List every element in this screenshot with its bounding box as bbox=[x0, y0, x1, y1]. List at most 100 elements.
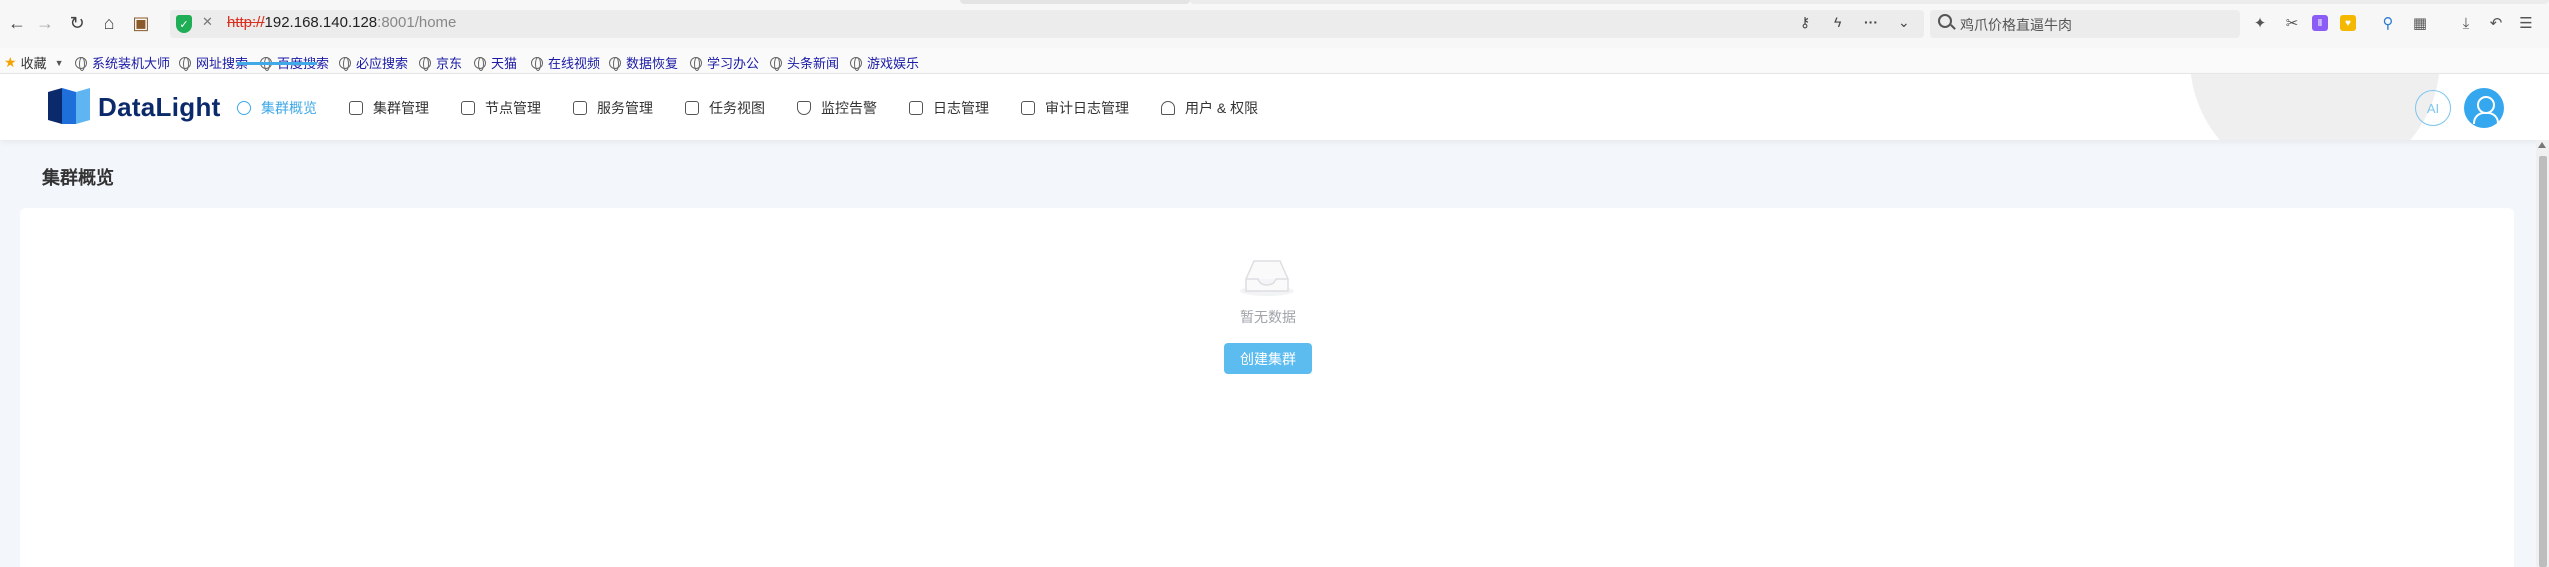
bookmark-label: 游戏娱乐 bbox=[867, 56, 920, 71]
page-title: 集群概览 bbox=[42, 168, 114, 188]
bookmark-favorites[interactable]: ★ 收藏 ▼ bbox=[4, 53, 64, 72]
nav-label: 节点管理 bbox=[485, 100, 541, 116]
magnifier-icon[interactable]: ⚲ bbox=[2378, 13, 2398, 33]
nav-service-management[interactable]: 服务管理 bbox=[573, 98, 653, 118]
bookmark-label: 天猫 bbox=[491, 56, 518, 71]
nav-label: 任务视图 bbox=[709, 100, 765, 116]
bookmark-item[interactable]: 必应搜索 bbox=[339, 53, 408, 72]
task-icon bbox=[685, 101, 699, 115]
user-avatar-icon[interactable] bbox=[2464, 88, 2504, 128]
bookmark-label: 学习办公 bbox=[707, 56, 760, 71]
ai-button[interactable]: AI bbox=[2415, 90, 2451, 126]
tab-strip-2 bbox=[1190, 0, 2549, 4]
forward-icon[interactable]: → bbox=[34, 12, 56, 34]
globe-icon bbox=[179, 56, 191, 71]
nav-cluster-management[interactable]: 集群管理 bbox=[349, 98, 429, 118]
bookmark-item[interactable]: 京东 bbox=[419, 53, 462, 72]
empty-state-text: 暂无数据 bbox=[1240, 309, 1296, 325]
url-host: 192.168.140.128 bbox=[264, 14, 378, 31]
star-icon: ★ bbox=[4, 54, 17, 70]
nav-label: 用户 & 权限 bbox=[1185, 100, 1259, 116]
nav-task-view[interactable]: 任务视图 bbox=[685, 98, 765, 118]
bookmark-label: 头条新闻 bbox=[787, 56, 840, 71]
bookmark-item[interactable]: 头条新闻 bbox=[770, 53, 839, 72]
globe-icon bbox=[690, 56, 702, 71]
nav-label: 服务管理 bbox=[597, 100, 653, 116]
shield-icon bbox=[797, 101, 811, 115]
nav-cluster-overview[interactable]: 集群概览 bbox=[237, 98, 317, 118]
bookmark-item[interactable]: 游戏娱乐 bbox=[850, 53, 919, 72]
bookmark-item[interactable]: 数据恢复 bbox=[609, 53, 678, 72]
active-nav-indicator bbox=[237, 62, 317, 65]
menu-icon[interactable]: ☰ bbox=[2516, 13, 2536, 33]
globe-icon bbox=[850, 56, 862, 71]
search-icon bbox=[1938, 14, 1952, 28]
bookmark-item[interactable]: 学习办公 bbox=[690, 53, 759, 72]
chevron-down-icon[interactable]: ⌄ bbox=[1898, 14, 1910, 31]
extension-icon[interactable]: ✦ bbox=[2250, 13, 2270, 33]
download-icon[interactable]: ⤓ bbox=[2456, 13, 2476, 33]
nav-node-management[interactable]: 节点管理 bbox=[461, 98, 541, 118]
reload-icon[interactable]: ↻ bbox=[66, 12, 88, 34]
url-path: :8001/home bbox=[377, 14, 457, 31]
scroll-up-arrow-icon[interactable] bbox=[2538, 142, 2546, 148]
undo-icon[interactable]: ↶ bbox=[2486, 13, 2506, 33]
scissors-icon[interactable]: ✂ bbox=[2282, 13, 2302, 33]
service-icon bbox=[573, 101, 587, 115]
globe-icon bbox=[419, 56, 431, 71]
log-icon bbox=[909, 101, 923, 115]
home-icon[interactable]: ⌂ bbox=[98, 12, 120, 34]
globe-icon bbox=[609, 56, 621, 71]
globe-icon bbox=[770, 56, 782, 71]
url-text[interactable]: http://192.168.140.128:8001/home bbox=[227, 14, 456, 31]
nav-label: 集群概览 bbox=[261, 100, 317, 116]
bookmark-label: 必应搜索 bbox=[356, 56, 409, 71]
bookmark-label: 在线视频 bbox=[548, 56, 601, 71]
dashboard-icon bbox=[237, 101, 251, 115]
url-protocol: http:// bbox=[227, 14, 265, 31]
shield-icon[interactable]: ✓ bbox=[176, 15, 192, 33]
logo-text[interactable]: DataLight bbox=[98, 92, 221, 123]
globe-icon bbox=[339, 56, 351, 71]
bookmark-item[interactable]: 系统装机大师 bbox=[75, 53, 170, 72]
nav-label: 审计日志管理 bbox=[1045, 100, 1129, 116]
nav-audit-log-management[interactable]: 审计日志管理 bbox=[1021, 98, 1129, 118]
addon-purple-icon[interactable]: Ⅱ bbox=[2312, 15, 2328, 31]
globe-icon bbox=[531, 56, 543, 71]
nav-monitoring-alerts[interactable]: 监控告警 bbox=[797, 98, 877, 118]
user-permission-icon bbox=[1161, 101, 1175, 115]
bookmark-item[interactable]: 在线视频 bbox=[531, 53, 600, 72]
nav-label: 日志管理 bbox=[933, 100, 989, 116]
nav-log-management[interactable]: 日志管理 bbox=[909, 98, 989, 118]
lightning-icon[interactable]: ϟ bbox=[1834, 14, 1841, 30]
key-icon[interactable]: ⚷ bbox=[1800, 14, 1810, 31]
globe-icon bbox=[75, 56, 87, 71]
bookmark-label: 系统装机大师 bbox=[92, 56, 171, 71]
toolbox-icon[interactable]: ▣ bbox=[130, 12, 152, 34]
shield-yellow-icon[interactable]: ♥ bbox=[2340, 15, 2356, 31]
create-cluster-button[interactable]: 创建集群 bbox=[1224, 343, 1312, 374]
favorites-label: 收藏 bbox=[20, 56, 47, 71]
nav-label: 集群管理 bbox=[373, 100, 429, 116]
audit-icon bbox=[1021, 101, 1035, 115]
bookmark-item[interactable]: 天猫 bbox=[474, 53, 517, 72]
datalight-logo-icon[interactable] bbox=[48, 86, 92, 126]
empty-inbox-icon bbox=[1240, 260, 1294, 296]
tab-strip bbox=[960, 0, 1190, 4]
node-icon bbox=[461, 101, 475, 115]
nav-label: 监控告警 bbox=[821, 100, 877, 116]
insecure-icon[interactable]: ✕ bbox=[202, 14, 213, 30]
search-input[interactable]: 鸡爪价格直逼牛肉 bbox=[1960, 15, 2072, 35]
app-header: DataLight 集群概览 集群管理 节点管理 服务管理 任务视图 监控告警 … bbox=[0, 74, 2549, 140]
nav-user-permissions[interactable]: 用户 & 权限 bbox=[1161, 98, 1258, 118]
more-icon[interactable]: ··· bbox=[1864, 14, 1878, 30]
back-icon[interactable]: ← bbox=[6, 12, 28, 34]
caret-down-icon: ▼ bbox=[54, 57, 64, 68]
bookmark-label: 京东 bbox=[436, 56, 463, 71]
globe-icon bbox=[474, 56, 486, 71]
decorative-circle bbox=[2190, 74, 2440, 140]
scrollbar-thumb[interactable] bbox=[2539, 156, 2547, 567]
bookmark-label: 数据恢复 bbox=[626, 56, 679, 71]
apps-grid-icon[interactable]: ▦ bbox=[2410, 13, 2430, 33]
cluster-icon bbox=[349, 101, 363, 115]
